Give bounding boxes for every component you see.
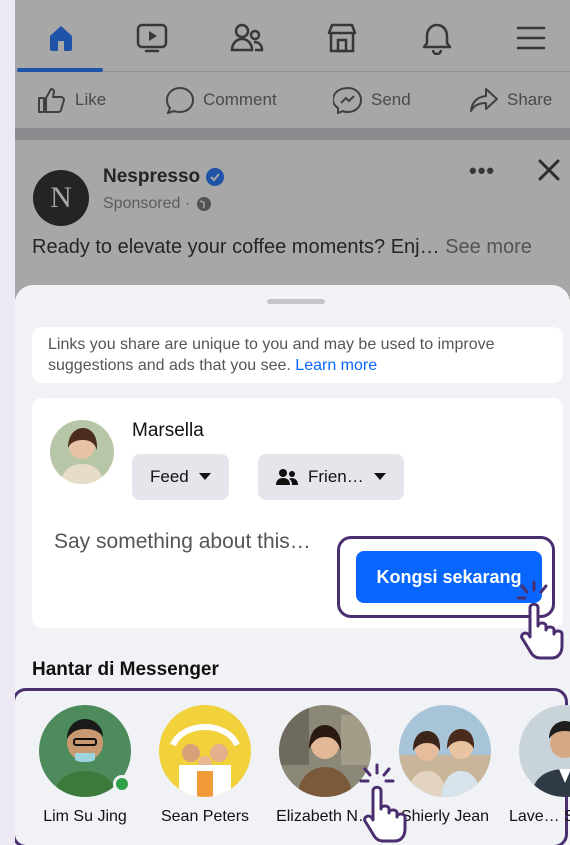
feed-dropdown[interactable]: Feed bbox=[132, 454, 229, 500]
share-caption-input[interactable]: Say something about this… bbox=[54, 530, 311, 554]
contact-name: Lim Su Jing bbox=[43, 808, 127, 825]
contact-item[interactable]: Lave… Steve… bbox=[505, 705, 570, 826]
avatar bbox=[39, 705, 131, 797]
online-status-indicator bbox=[113, 775, 131, 793]
contact-item[interactable]: Sean Peters bbox=[145, 705, 265, 826]
caret-down-icon bbox=[373, 473, 386, 480]
user-name: Marsella bbox=[132, 420, 204, 441]
share-composer: Marsella Feed Frien… Say something about… bbox=[32, 398, 564, 660]
caret-down-icon bbox=[198, 473, 211, 480]
contact-item[interactable]: Lim Su Jing bbox=[25, 705, 145, 826]
friends-filled-icon bbox=[276, 469, 298, 485]
tap-hand-icon bbox=[359, 763, 407, 843]
tap-hand-icon bbox=[516, 580, 564, 660]
share-sheet: Links you share are unique to you and ma… bbox=[15, 285, 570, 845]
feed-label: Feed bbox=[150, 467, 189, 486]
messenger-heading: Hantar di Messenger bbox=[32, 659, 219, 680]
news-feed: Like Comment Send Share N Nespresso Spon… bbox=[15, 0, 570, 300]
audience-label: Frien… bbox=[308, 467, 364, 486]
app-frame: Like Comment Send Share N Nespresso Spon… bbox=[15, 0, 570, 845]
learn-more-link[interactable]: Learn more bbox=[295, 357, 377, 374]
avatar bbox=[519, 705, 570, 797]
audience-dropdown[interactable]: Frien… bbox=[258, 454, 404, 500]
privacy-notice: Links you share are unique to you and ma… bbox=[32, 327, 563, 383]
notice-text: Links you share are unique to you and ma… bbox=[48, 336, 495, 374]
contact-name: Sean Peters bbox=[160, 808, 250, 825]
messenger-contacts: Lim Su Jing Sean Peters Elizabeth N… Shi… bbox=[15, 688, 570, 845]
dim-overlay[interactable] bbox=[15, 0, 570, 300]
drag-handle[interactable] bbox=[267, 299, 325, 304]
avatar bbox=[50, 420, 114, 484]
avatar bbox=[159, 705, 251, 797]
contact-name: Lave… Steve… bbox=[508, 808, 570, 825]
